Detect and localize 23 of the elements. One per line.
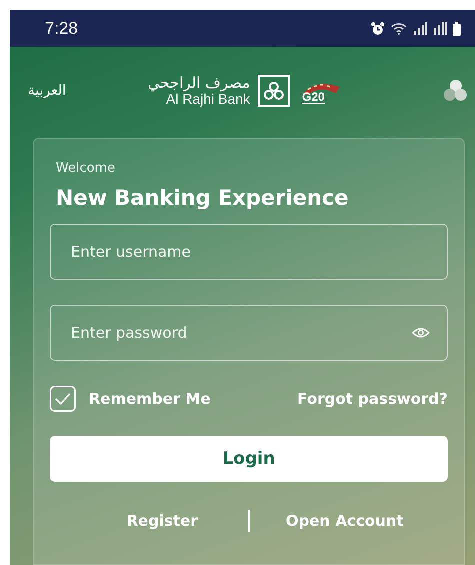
card-title: New Banking Experience [56, 186, 350, 210]
forgot-password-link[interactable]: Forgot password? [298, 390, 448, 408]
bank-name-arabic: مصرف الراجحي [148, 75, 250, 92]
eye-icon[interactable] [412, 327, 430, 339]
register-link[interactable]: Register [68, 512, 248, 530]
alarm-icon [371, 22, 385, 36]
welcome-text: Welcome [56, 161, 116, 176]
wifi-icon [391, 22, 407, 35]
status-time: 7:28 [45, 18, 78, 38]
password-field[interactable]: Enter password [50, 305, 448, 361]
battery-icon [453, 22, 461, 36]
bank-logo-icon [258, 75, 290, 107]
bank-name: Al Rajhi Bank [166, 92, 250, 107]
signal-icon [433, 22, 447, 35]
remember-checkbox[interactable] [50, 386, 76, 412]
circles-icon [443, 79, 469, 103]
language-link[interactable]: العربية [28, 83, 148, 99]
login-button[interactable]: Login [50, 436, 448, 482]
event-logo-text: G20 [302, 90, 325, 104]
remember-label[interactable]: Remember Me [89, 390, 211, 408]
signal-icon [413, 22, 427, 35]
username-field[interactable]: Enter username [50, 224, 448, 280]
open-account-link[interactable]: Open Account [250, 512, 430, 530]
